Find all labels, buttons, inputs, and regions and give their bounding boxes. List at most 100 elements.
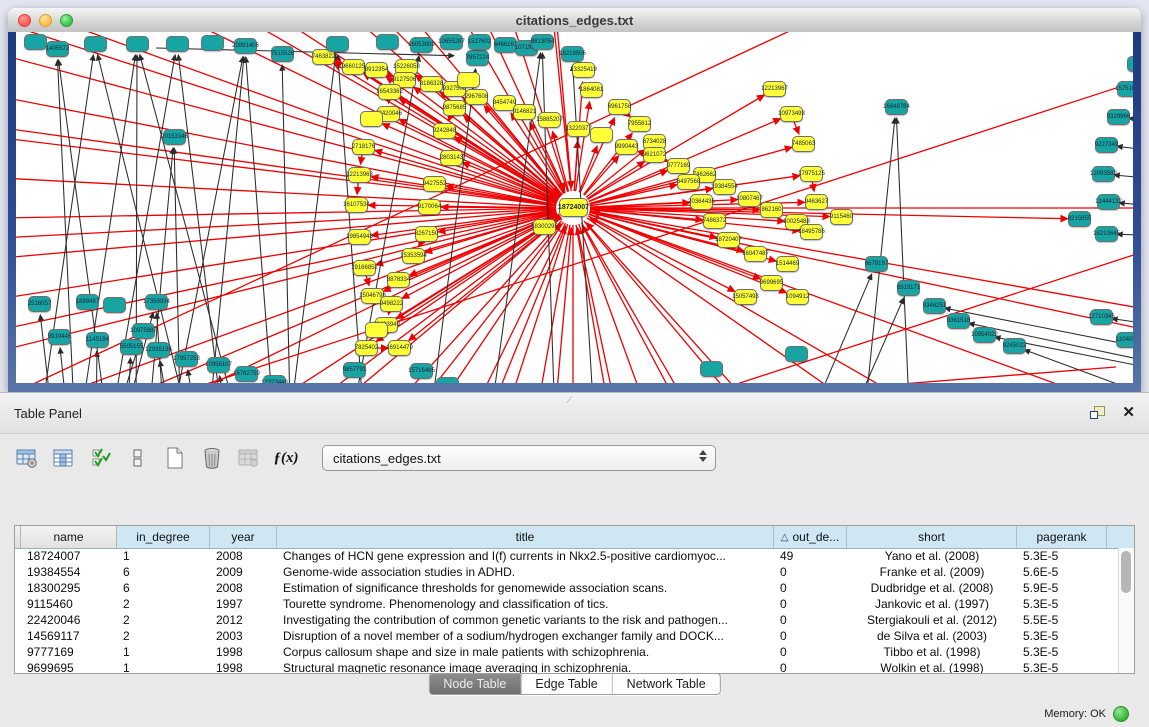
graph-node[interactable]: 9227349 <box>1095 137 1118 153</box>
table-row[interactable]: 1872400712008Changes of HCN gene express… <box>15 548 1119 564</box>
graph-node[interactable]: 7485063 <box>792 136 815 152</box>
table-cell[interactable]: 2009 <box>210 565 277 579</box>
graph-node[interactable]: 16914479 <box>388 340 411 356</box>
graph-node[interactable] <box>126 36 149 52</box>
panel-resize-grip[interactable]: ⟋ <box>566 395 572 406</box>
graph-node[interactable]: 18300295 <box>533 219 556 235</box>
table-row[interactable]: 977716911998Corpus callosum shape and si… <box>15 644 1119 660</box>
graph-node[interactable] <box>590 127 613 143</box>
table-cell[interactable]: 22420046 <box>21 613 117 627</box>
graph-node[interactable]: 12710345 <box>1090 309 1113 325</box>
table-cell[interactable]: 18724007 <box>21 549 117 563</box>
graph-node[interactable]: 16210645 <box>1095 226 1118 242</box>
table-cell[interactable]: Franke et al. (2009) <box>847 565 1017 579</box>
table-cell[interactable]: 18300295 <box>21 581 117 595</box>
table-cell[interactable]: 1 <box>117 661 210 673</box>
table-cell[interactable]: 2008 <box>210 581 277 595</box>
table-cell[interactable]: 0 <box>774 597 847 611</box>
table-cell[interactable]: 14569117 <box>21 629 117 643</box>
unmerge-rows-button[interactable] <box>125 445 151 471</box>
graph-node[interactable]: 8215955 <box>1068 211 1091 227</box>
table-cell[interactable]: 5.9E-5 <box>1017 581 1107 595</box>
tab-network-table[interactable]: Network Table <box>613 674 720 694</box>
graph-node[interactable]: 9346251 <box>923 298 946 314</box>
column-header-title[interactable]: title <box>277 526 774 548</box>
graph-node[interactable]: 20153346 <box>163 129 186 145</box>
table-row[interactable]: 969969511998Structural magnetic resonanc… <box>15 660 1119 673</box>
graph-node[interactable]: 10973493 <box>780 106 803 122</box>
table-cell[interactable]: Dudbridge et al. (2008) <box>847 581 1017 595</box>
graph-node[interactable]: 12323448 <box>263 375 286 383</box>
table-cell[interactable]: Investigating the contribution of common… <box>277 613 774 627</box>
select-column-button[interactable] <box>51 445 77 471</box>
table-cell[interactable]: Stergiakouli et al. (2012) <box>847 613 1017 627</box>
function-builder-button[interactable]: ƒ(x) <box>273 445 299 471</box>
graph-node[interactable]: 8813054 <box>531 34 554 50</box>
column-header-pagerank[interactable]: pagerank <box>1017 526 1107 548</box>
graph-node[interactable]: 9115460 <box>830 209 853 225</box>
table-cell[interactable]: 5.3E-5 <box>1017 645 1107 659</box>
graph-node[interactable]: 7955812 <box>628 116 651 132</box>
graph-node[interactable]: 16047487 <box>744 246 767 262</box>
table-settings-button[interactable] <box>14 445 40 471</box>
graph-node[interactable]: 18495786 <box>800 224 823 240</box>
graph-node[interactable]: 10807467 <box>738 191 761 207</box>
graph-node[interactable]: 1104053 <box>1116 332 1133 348</box>
graph-node[interactable]: 13325419 <box>572 62 595 78</box>
graph-node[interactable]: 12213967 <box>763 81 786 97</box>
graph-node[interactable]: 8267150 <box>415 226 438 242</box>
graph-node[interactable]: 9245022 <box>1003 338 1026 354</box>
table-cell[interactable]: 2 <box>117 597 210 611</box>
tab-node-table[interactable]: Node Table <box>429 674 521 694</box>
table-cell[interactable]: 5.6E-5 <box>1017 565 1107 579</box>
graph-node[interactable]: 2718176 <box>352 139 375 155</box>
table-cell[interactable]: 6 <box>117 581 210 595</box>
close-panel-icon[interactable]: ✕ <box>1122 406 1135 420</box>
graph-node[interactable]: 1514469 <box>776 256 799 272</box>
table-cell[interactable]: de Silva et al. (2003) <box>847 629 1017 643</box>
graph-node[interactable] <box>326 36 349 52</box>
graph-node[interactable]: 17359934 <box>145 294 168 310</box>
table-cell[interactable]: 0 <box>774 581 847 595</box>
graph-node[interactable]: 1864081 <box>580 82 603 98</box>
table-cell[interactable]: 1 <box>117 645 210 659</box>
graph-hub-node[interactable]: 18724007 <box>559 198 588 217</box>
graph-node[interactable]: 12444132 <box>1097 194 1120 210</box>
select-all-button[interactable] <box>88 445 114 471</box>
table-selector-dropdown[interactable]: citations_edges.txt <box>322 445 716 471</box>
table-cell[interactable]: 49 <box>774 549 847 563</box>
graph-node[interactable]: 9242848 <box>433 123 456 139</box>
graph-node[interactable] <box>360 111 383 127</box>
table-cell[interactable]: 0 <box>774 645 847 659</box>
graph-node[interactable]: 15716485 <box>410 363 433 379</box>
table-cell[interactable]: 1998 <box>210 645 277 659</box>
table-row[interactable]: 1830029562008Estimation of significance … <box>15 580 1119 596</box>
column-header-short[interactable]: short <box>847 526 1017 548</box>
import-table-button[interactable] <box>236 445 262 471</box>
graph-node[interactable]: 15751074 <box>1117 81 1133 97</box>
graph-node[interactable]: 9857791 <box>343 362 366 378</box>
graph-node[interactable]: 12213963 <box>348 167 371 183</box>
graph-node[interactable]: 20364436 <box>690 194 713 210</box>
table-cell[interactable]: 19384554 <box>21 565 117 579</box>
graph-node[interactable]: 19166852 <box>353 260 376 276</box>
scrollbar-thumb[interactable] <box>1121 551 1131 593</box>
table-cell[interactable]: 1997 <box>210 597 277 611</box>
table-cell[interactable]: 0 <box>774 565 847 579</box>
table-cell[interactable]: Wolkin et al. (1998) <box>847 661 1017 673</box>
graph-node[interactable]: 2516057 <box>28 296 51 312</box>
column-header-in_degree[interactable]: in_degree <box>117 526 210 548</box>
table-cell[interactable]: Tibbo et al. (1998) <box>847 645 1017 659</box>
column-header-out_degree[interactable]: △out_de... <box>774 526 847 548</box>
graph-node[interactable]: 6679197 <box>865 256 888 272</box>
graph-node[interactable]: 862160 <box>760 202 783 218</box>
graph-node[interactable]: 8878334 <box>387 272 410 288</box>
table-panel-titlebar[interactable]: Table Panel ⟋ ✕ <box>0 392 1149 434</box>
graph-node[interactable]: 10975887 <box>132 323 155 339</box>
table-row[interactable]: 1456911722003Disruption of a novel membe… <box>15 628 1119 644</box>
graph-node[interactable]: 10954022 <box>973 327 996 343</box>
table-cell[interactable]: Changes of HCN gene expression and I(f) … <box>277 549 774 563</box>
table-cell[interactable]: Tourette syndrome. Phenomenology and cla… <box>277 597 774 611</box>
table-cell[interactable]: 5.3E-5 <box>1017 549 1107 563</box>
table-cell[interactable]: 5.3E-5 <box>1017 661 1107 673</box>
